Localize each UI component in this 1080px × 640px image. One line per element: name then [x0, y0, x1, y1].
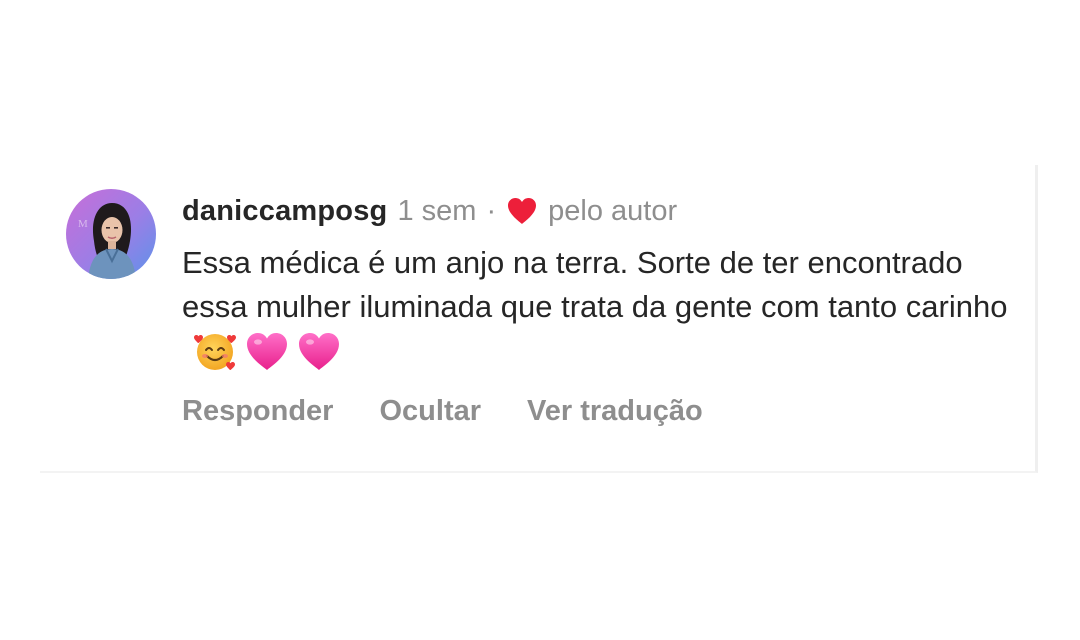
reply-button[interactable]: Responder: [182, 395, 333, 428]
username[interactable]: daniccamposg: [182, 195, 387, 228]
smiling-face-with-hearts-icon: [194, 334, 236, 370]
heart-icon: [506, 196, 538, 226]
timestamp: 1 sem: [397, 194, 477, 227]
separator-dot: ·: [486, 194, 497, 227]
comment-card: M daniccamposg 1 sem · pelo autor Essa m…: [40, 165, 1038, 473]
pink-heart-icon: [247, 333, 287, 370]
emoji-group: [192, 329, 342, 373]
see-translation-button[interactable]: Ver tradução: [527, 395, 703, 428]
screen: M daniccamposg 1 sem · pelo autor Essa m…: [0, 0, 1080, 640]
svg-text:M: M: [78, 218, 88, 230]
comment-body: Essa médica é um anjo na terra. Sorte de…: [182, 241, 1032, 377]
comment-header: daniccamposg 1 sem · pelo autor: [182, 191, 677, 231]
hide-button[interactable]: Ocultar: [379, 395, 481, 428]
comment-actions: Responder Ocultar Ver tradução: [182, 395, 703, 428]
comment-text: Essa médica é um anjo na terra. Sorte de…: [182, 245, 1008, 324]
liked-by-author-label: pelo autor: [548, 194, 678, 227]
pink-heart-icon: [299, 333, 339, 370]
avatar-image: M: [66, 189, 156, 279]
avatar[interactable]: M: [66, 189, 156, 279]
